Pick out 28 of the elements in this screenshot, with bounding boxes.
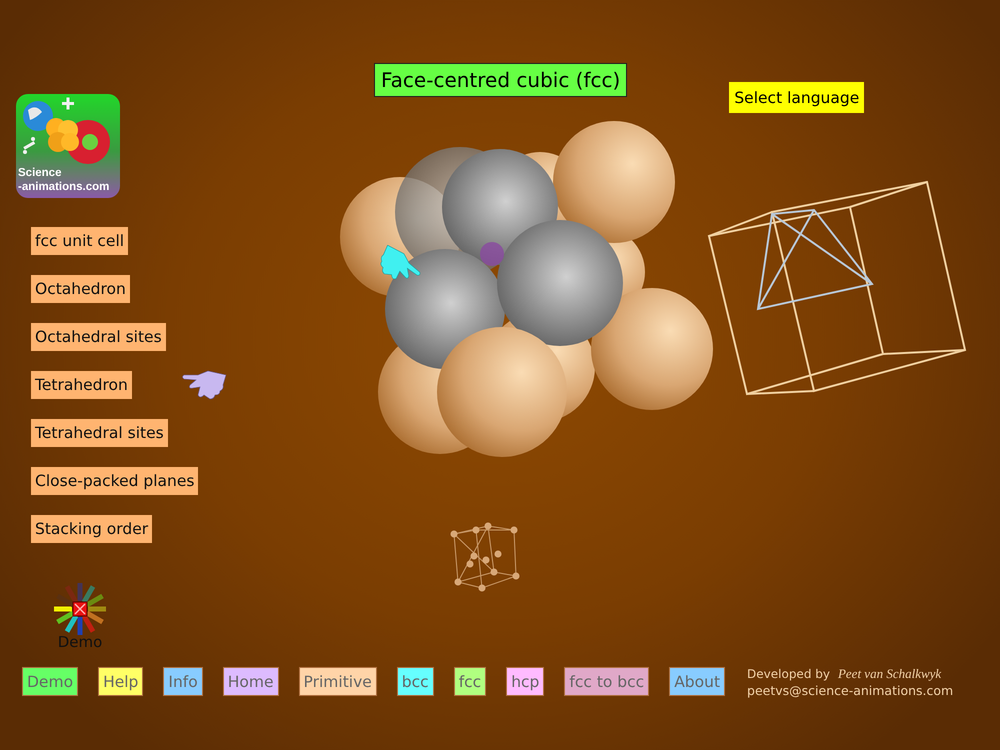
nav-button[interactable]: Home <box>222 667 279 696</box>
nav-button[interactable]: hcp <box>506 667 544 696</box>
nav-button[interactable]: Help <box>98 667 144 696</box>
nav-button[interactable]: Primitive <box>298 667 377 696</box>
menu-button[interactable]: Octahedral sites <box>31 323 166 351</box>
fcc-sphere-model-drawing[interactable] <box>340 121 713 457</box>
nav-button[interactable]: bcc <box>396 667 434 696</box>
demo-sunburst-icon[interactable] <box>52 581 108 637</box>
menu-button[interactable]: Octahedron <box>31 275 130 303</box>
menu-button[interactable]: Tetrahedron <box>31 371 132 399</box>
nav-button[interactable]: Demo <box>22 667 78 696</box>
app-logo[interactable]: Science -animations.com <box>16 94 120 198</box>
menu-button[interactable]: Close-packed planes <box>31 467 198 495</box>
credit-text: Developed by <box>747 667 830 681</box>
logo-text: Science <box>18 166 62 180</box>
menu-button[interactable]: fcc unit cell <box>31 227 128 255</box>
demo-label: Demo <box>58 633 102 651</box>
logo-text: -animations.com <box>18 180 110 194</box>
email-link[interactable]: peetvs@science-animations.com <box>747 683 954 698</box>
menu-button[interactable]: Stacking order <box>31 515 152 543</box>
nav-button[interactable]: Info <box>163 667 203 696</box>
author-name: Peet van Schalkwyk <box>838 666 942 682</box>
page-title: Face-centred cubic (fcc) <box>374 63 628 97</box>
select-language-button[interactable]: Select language <box>729 82 864 113</box>
nav-button[interactable]: fcc <box>454 667 486 696</box>
nav-button[interactable]: About <box>669 667 726 696</box>
nav-button[interactable]: fcc to bcc <box>564 667 650 696</box>
menu-button[interactable]: Tetrahedral sites <box>31 419 168 447</box>
